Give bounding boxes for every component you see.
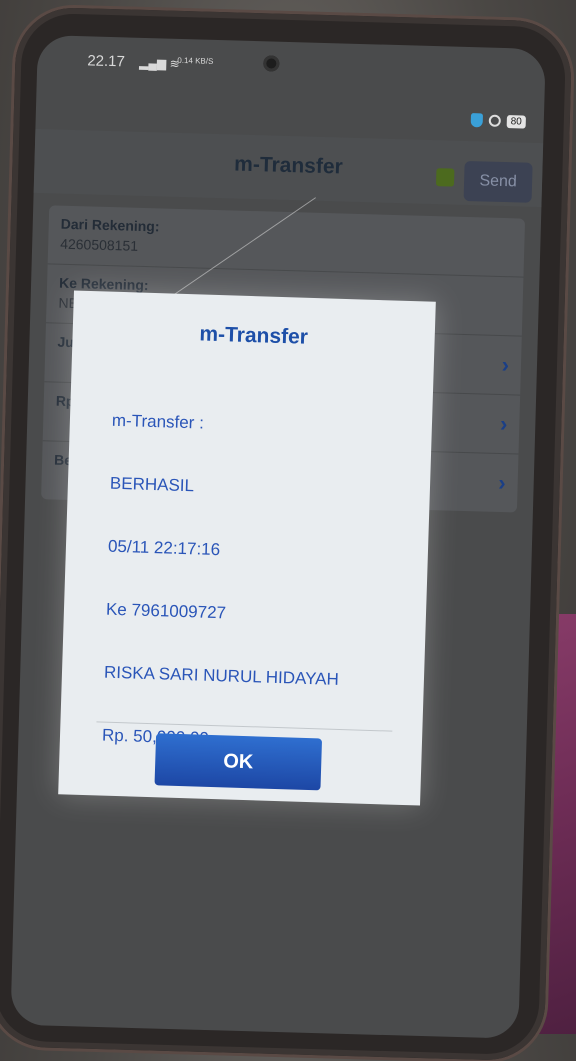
result-dialog: m-Transfer m-Transfer : BERHASIL 05/11 2… — [58, 290, 436, 806]
form-value: 4260508151 — [59, 235, 139, 254]
status-bar: 22.17 ▂▄▆ ≋ 0.14 KB/S — [37, 35, 546, 95]
message-line: BERHASIL — [109, 473, 195, 496]
chevron-right-icon: › — [498, 469, 507, 496]
dialog-title: m-Transfer — [199, 322, 309, 349]
form-label: Ke Rekening: — [58, 274, 149, 294]
shield-icon — [470, 113, 483, 128]
send-button[interactable]: Send — [463, 160, 533, 203]
message-line: 05/11 22:17:16 — [107, 536, 221, 560]
chevron-right-icon: › — [501, 352, 510, 378]
ok-button[interactable]: OK — [154, 733, 323, 791]
message-line: Ke 7961009727 — [105, 599, 227, 623]
net-speed: 0.14 KB/S — [177, 55, 214, 66]
message-line: m-Transfer : — [111, 410, 205, 433]
system-icons: 80 — [470, 113, 526, 129]
dialog-message: m-Transfer : BERHASIL 05/11 22:17:16 Ke … — [100, 368, 348, 795]
location-icon — [488, 114, 501, 127]
status-indicator — [435, 168, 455, 187]
app-header: m-Transfer Send — [33, 128, 544, 208]
chevron-right-icon: › — [499, 411, 508, 437]
signal-icon: ▂▄▆ ≋ — [139, 55, 180, 71]
battery-icon: 80 — [506, 114, 526, 129]
status-time: 22.17 — [87, 52, 126, 71]
form-label: Dari Rekening: — [60, 215, 160, 235]
front-camera — [263, 55, 280, 72]
message-line: RISKA SARI NURUL HIDAYAH — [103, 662, 340, 689]
